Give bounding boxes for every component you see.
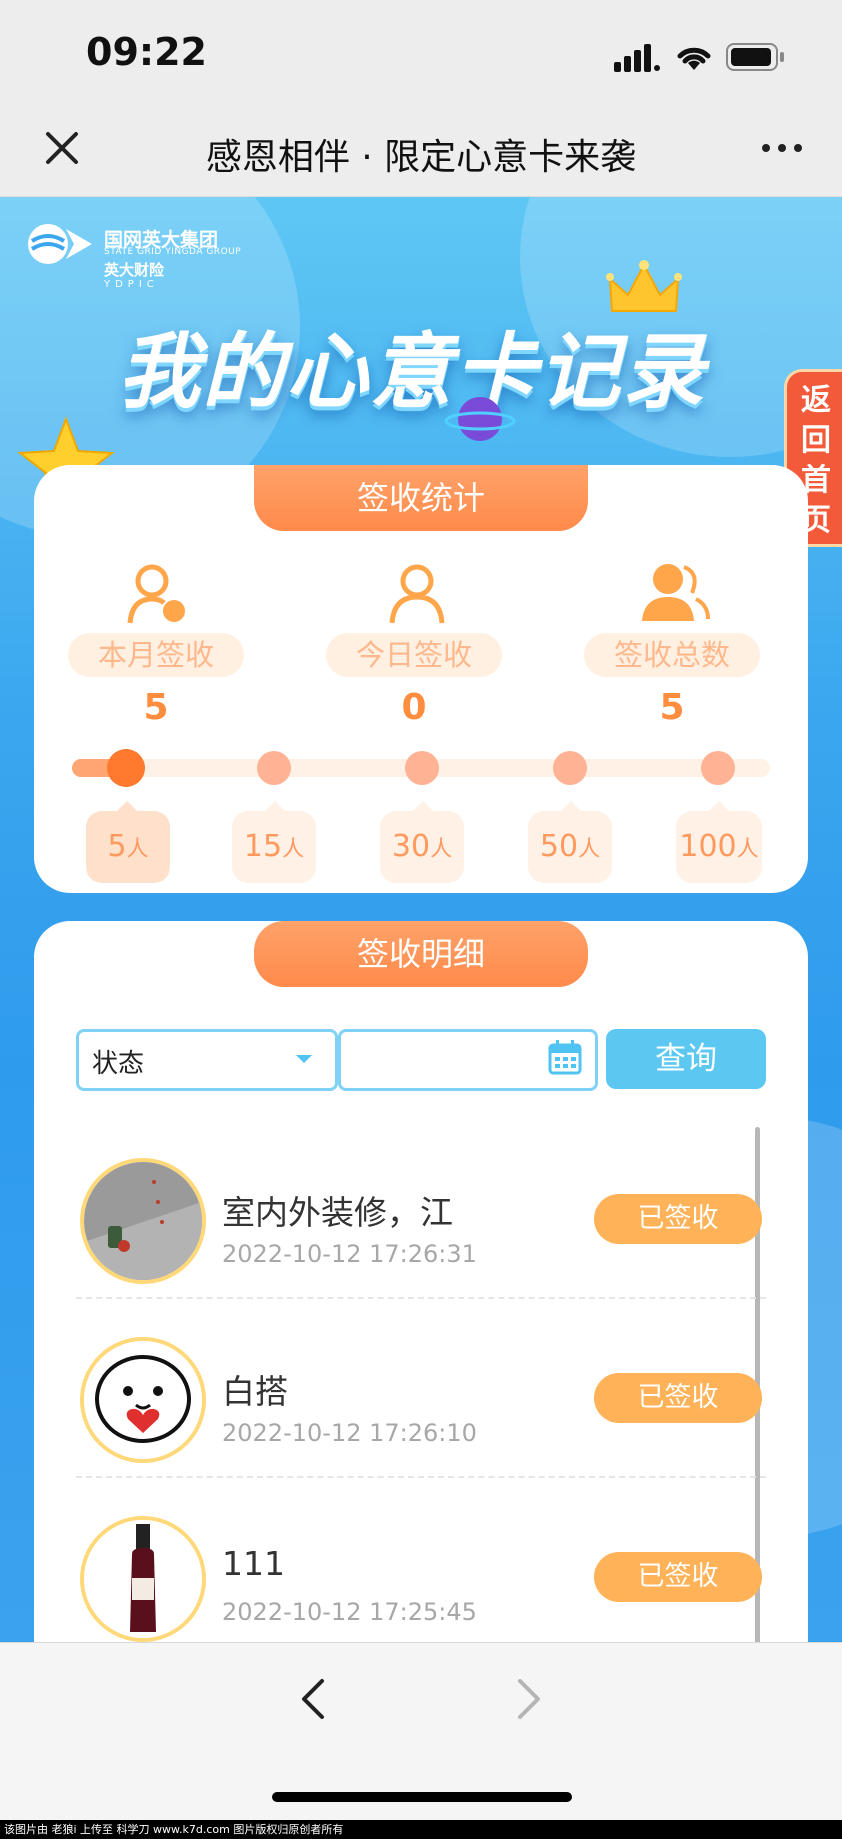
status-select-value[interactable]: 状态 — [92, 1043, 144, 1080]
tier-badge-4: 50人 — [528, 811, 612, 883]
nav-bar: 感恩相伴 · 限定心意卡来袭 — [0, 110, 842, 197]
page-title: 感恩相伴 · 限定心意卡来袭 — [205, 137, 637, 178]
stat-total-value: 5 — [659, 687, 685, 728]
record-time: 2022-10-12 17:25:45 — [222, 1598, 477, 1626]
progress-node-5 — [701, 751, 735, 785]
stat-total-label: 签收总数 — [584, 633, 760, 677]
avatar — [80, 1337, 206, 1463]
stat-today: 今日签收 0 — [324, 633, 504, 728]
stat-today-label: 今日签收 — [326, 633, 502, 677]
progress-node-1 — [107, 749, 145, 787]
more-options-icon[interactable] — [760, 128, 804, 168]
record-name: 室内外装修，江 — [222, 1193, 453, 1232]
stat-today-value: 0 — [401, 687, 427, 728]
logo-abbreviation: YDPIC — [104, 279, 159, 290]
record-time: 2022-10-12 17:26:31 — [222, 1240, 477, 1268]
sign-detail-tab: 签收明细 — [254, 921, 588, 987]
stat-total: 签收总数 5 — [582, 633, 762, 728]
query-button[interactable]: 查询 — [606, 1029, 766, 1089]
forward-arrow-icon[interactable] — [516, 1677, 544, 1721]
record-item[interactable]: 111 2022-10-12 17:25:45 已签收 — [76, 1502, 766, 1642]
sign-stats-tab: 签收统计 — [254, 465, 588, 531]
back-arrow-icon[interactable] — [298, 1677, 326, 1721]
tier-badge-5: 100人 — [676, 811, 762, 883]
user-clock-icon — [127, 564, 185, 624]
user-icon — [389, 564, 445, 624]
avatar — [80, 1516, 206, 1642]
progress-node-2 — [257, 751, 291, 785]
logo-company-name-en: STATE GRID YINGDA GROUP — [104, 247, 242, 257]
progress-node-3 — [405, 751, 439, 785]
cellular-signal-icon — [614, 44, 660, 72]
signed-status-badge: 已签收 — [594, 1373, 762, 1423]
logo-subsidiary-name: 英大财险 — [104, 261, 165, 279]
dropdown-arrow-icon[interactable] — [294, 1053, 314, 1065]
avatar — [80, 1158, 206, 1284]
record-name: 白搭 — [222, 1372, 288, 1411]
divider — [76, 1297, 766, 1299]
progress-node-4 — [553, 751, 587, 785]
signed-status-badge: 已签收 — [594, 1552, 762, 1602]
stat-month: 本月签收 5 — [66, 633, 246, 728]
company-logo-icon — [28, 224, 92, 264]
signed-status-badge: 已签收 — [594, 1194, 762, 1244]
status-time: 09:22 — [86, 30, 207, 74]
watermark-text: 该图片由 老狼i 上传至 科学刀 www.k7d.com 图片版权归原创者所有 — [0, 1820, 842, 1839]
wifi-icon — [677, 47, 711, 70]
record-name: 111 — [222, 1544, 285, 1583]
tier-badge-1: 5人 — [86, 811, 170, 883]
hero-title: 我的心意卡记录 — [118, 325, 706, 420]
calendar-icon[interactable] — [548, 1039, 582, 1075]
status-bar: 09:22 — [0, 0, 842, 110]
tier-badge-3: 30人 — [380, 811, 464, 883]
stat-month-value: 5 — [143, 687, 169, 728]
record-time: 2022-10-12 17:26:10 — [222, 1419, 477, 1447]
battery-icon — [726, 43, 784, 71]
stat-month-label: 本月签收 — [68, 633, 244, 677]
planet-icon — [444, 397, 516, 441]
divider — [76, 1476, 766, 1478]
page-content: 国网英大集团 STATE GRID YINGDA GROUP 英大财险 YDPI… — [0, 197, 842, 1642]
tier-badge-2: 15人 — [232, 811, 316, 883]
home-indicator — [272, 1792, 572, 1802]
users-icon — [642, 564, 710, 621]
